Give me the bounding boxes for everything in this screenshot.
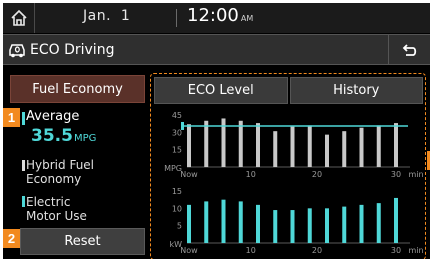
average-number: 35.5: [31, 126, 73, 146]
average-marker: [22, 112, 25, 125]
chart-bar: [307, 208, 312, 243]
chart-bar: [238, 201, 243, 243]
chart-bar: [204, 120, 209, 167]
x-tick-label: 20: [312, 170, 322, 179]
chart-bar: [187, 124, 191, 167]
time: 12:00: [187, 5, 239, 26]
chart-bar: [325, 208, 329, 243]
average-value: 35.5MPG: [31, 126, 96, 146]
page-title: ECO Driving: [30, 42, 115, 58]
callout-1: 1: [3, 108, 20, 127]
tab-history[interactable]: History: [289, 77, 423, 104]
reset-button[interactable]: Reset: [20, 228, 145, 255]
chart-bar: [290, 126, 295, 167]
x-tick-label: 10: [246, 246, 256, 255]
home-icon: [10, 9, 27, 26]
average-line-marker: [181, 121, 184, 130]
tab-eco-level[interactable]: ECO Level: [154, 77, 288, 104]
electric-marker: [22, 196, 25, 207]
chart-bar: [359, 204, 364, 243]
clock: 12:00 AM: [187, 5, 253, 26]
chart-bar: [394, 123, 398, 167]
chart-bar: [238, 120, 243, 167]
electric-line-1: Electric: [26, 195, 71, 209]
chart-bar: [221, 199, 226, 243]
chart-bar: [256, 123, 260, 167]
date: Jan. 1: [83, 8, 131, 24]
graph-tabs: ECO Level History: [154, 77, 423, 104]
chart-bar: [394, 197, 398, 243]
hybrid-line-2: Economy: [26, 172, 82, 186]
x-unit-label: min: [408, 246, 423, 255]
chart-bar: [187, 204, 191, 243]
x-tick-label: Now: [180, 246, 198, 255]
chart-bar: [359, 127, 364, 167]
y-tick-label: 5: [177, 222, 182, 231]
chart-bar: [342, 131, 347, 167]
hybrid-line-1: Hybrid Fuel: [26, 158, 95, 172]
divider: [176, 9, 177, 27]
tab-fuel-economy[interactable]: Fuel Economy: [10, 75, 145, 103]
chart-bar: [273, 210, 278, 243]
x-unit-label: min: [408, 170, 423, 179]
chart-bar: [290, 210, 295, 243]
chart-bar: [204, 201, 209, 243]
back-arrow-icon: [402, 43, 416, 56]
average-unit: MPG: [73, 133, 97, 144]
chart-bar: [376, 203, 381, 243]
x-tick-label: 20: [312, 246, 322, 255]
home-button[interactable]: [3, 3, 35, 33]
x-tick-label: 30: [391, 246, 401, 255]
x-tick-label: Now: [180, 170, 198, 179]
ampm: AM: [240, 14, 254, 23]
hybrid-fuel-economy-label: Hybrid Fuel Economy: [26, 158, 94, 186]
chart-bar: [342, 206, 347, 243]
callout-3: 3: [427, 151, 430, 170]
chart-bar: [376, 125, 381, 167]
title-bar: ECO Driving: [3, 34, 430, 65]
chart-bar: [256, 204, 260, 243]
screen: Jan. 1 12:00 AM ECO Driving Fuel Economy …: [3, 3, 430, 259]
x-tick-label: 30: [391, 170, 401, 179]
back-button[interactable]: [388, 35, 430, 64]
hybrid-marker: [22, 160, 25, 171]
electric-line-2: Motor Use: [26, 209, 87, 223]
electric-motor-use-label: Electric Motor Use: [26, 195, 87, 223]
average-label: Average: [26, 109, 80, 124]
status-bar: Jan. 1 12:00 AM: [3, 3, 430, 33]
eco-charts: 453015MPGNow 10 20 30 min15105kWNow 10 20 30 min: [164, 111, 423, 255]
callout-2: 2: [3, 229, 20, 248]
chart-bar: [273, 131, 278, 167]
eco-car-icon: [9, 44, 25, 58]
y-tick-label: 30: [172, 128, 182, 137]
chart-bar: [325, 134, 329, 167]
y-tick-label: 10: [172, 204, 182, 213]
chart-bar: [307, 125, 312, 167]
y-tick-label: 15: [172, 187, 182, 196]
x-tick-label: 10: [246, 170, 256, 179]
y-tick-label: 45: [172, 111, 182, 120]
y-tick-label: 15: [172, 146, 182, 155]
